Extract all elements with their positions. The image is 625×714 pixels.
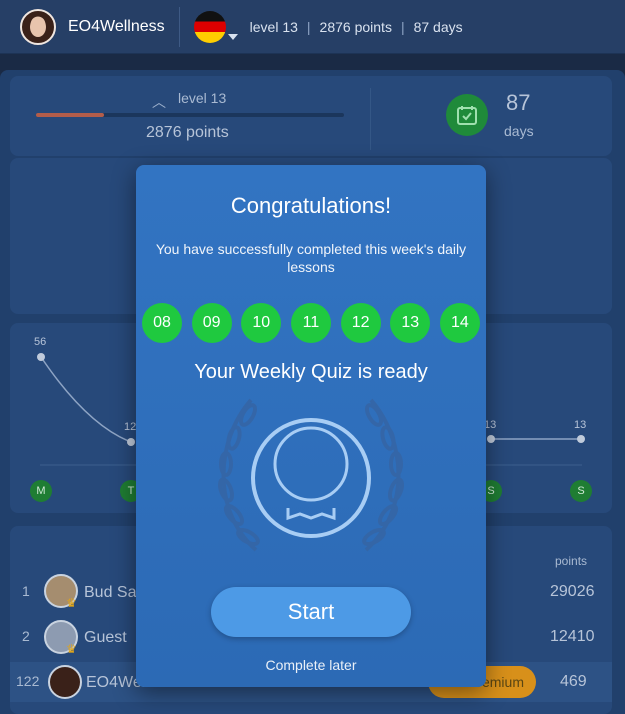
language-flag-icon[interactable] [193,10,226,43]
chart-point [577,435,585,443]
chart-line-left [40,356,132,443]
day-circle: 09 [191,303,232,343]
chart-value-label: 56 [34,336,47,348]
chart-point [487,435,495,443]
leaderboard-avatar[interactable] [48,665,82,699]
chart-value-label: 13 [574,419,587,431]
quiz-ready-text: Your Weekly Quiz is ready [194,361,428,383]
divider [370,88,371,150]
chevron-down-icon[interactable] [228,34,238,40]
days-label: days [504,123,534,139]
start-quiz-button[interactable]: Start [211,587,411,637]
day-circle: 12 [340,303,381,343]
separator: | [306,18,311,35]
days-number: 87 [506,90,531,115]
leaderboard-points: 29026 [550,583,595,600]
day-circle: 14 [439,303,480,343]
chart-point [37,353,45,361]
level-progress-bar [36,113,344,117]
username[interactable]: EO4Wellness [68,18,165,36]
day-circle: 11 [290,303,331,343]
points-label: 2876 points [146,124,229,141]
modal-subtitle: You have successfully completed this wee… [155,241,467,275]
chart-value-label: 12 [124,421,137,433]
separator: | [400,18,405,35]
day-circle: 08 [142,303,182,343]
leaderboard-rank: 1 [22,583,30,599]
completed-days: 08 09 10 11 12 13 14 [140,303,482,343]
chart-day-dot: M [30,480,52,502]
divider [178,6,180,47]
header-stats: level 13 | 2876 points | 87 days [250,19,463,35]
header-points: 2876 points [319,18,392,35]
top-bar: EO4Wellness level 13 | 2876 points | 87 … [0,0,625,54]
laurel-medal-icon [217,398,405,552]
leaderboard-name[interactable]: Bud Sa [84,584,136,602]
leaderboard-rank: 122 [16,673,40,689]
leaderboard-points: 12410 [550,628,595,645]
day-circle: 13 [390,303,431,343]
user-avatar[interactable] [20,8,56,45]
crown-icon: ♛ [66,596,77,610]
points-column-header: points [555,554,588,568]
crown-icon: ♛ [66,642,77,656]
chevron-up-icon: ︿ [152,94,166,110]
leaderboard-points: 469 [560,673,587,690]
calendar-check-icon [446,94,488,136]
day-circle: 10 [241,303,282,343]
weekly-quiz-modal: Congratulations! You have successfully c… [136,165,486,687]
level-label: level 13 [178,90,227,106]
chart-point [127,438,135,446]
chart-day-dot: S [570,480,592,502]
modal-title: Congratulations! [230,193,392,218]
leaderboard-name[interactable]: Guest [84,629,127,647]
leaderboard-rank: 2 [22,628,30,644]
header-days: 87 days [413,18,463,35]
header-level: level 13 [249,18,298,35]
level-progress-fill [36,113,104,117]
complete-later-link[interactable]: Complete later [136,657,486,673]
